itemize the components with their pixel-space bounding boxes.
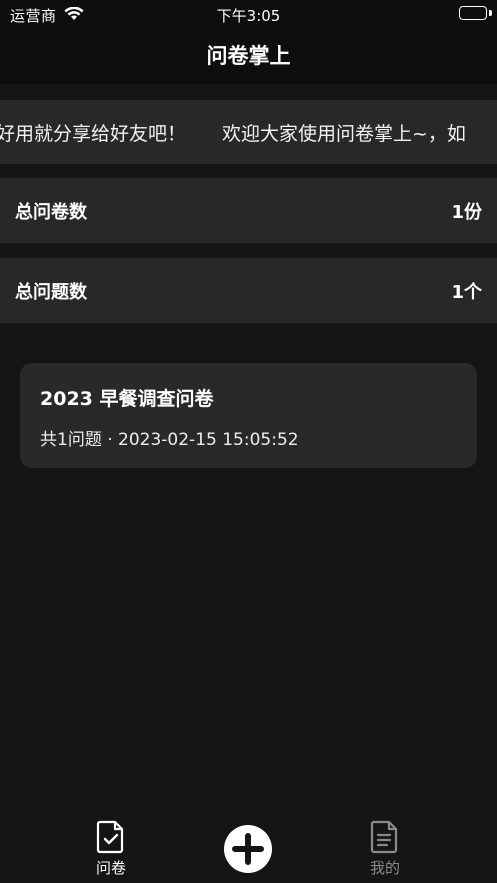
survey-doc-icon bbox=[96, 820, 124, 854]
notice-marquee: 好用就分享给好友吧！ 欢迎大家使用问卷掌上~，如 bbox=[0, 100, 497, 164]
tab-label: 问卷 bbox=[95, 859, 126, 877]
add-survey-button[interactable] bbox=[224, 825, 272, 873]
tab-label: 我的 bbox=[369, 859, 400, 877]
stat-value: 1个 bbox=[451, 282, 482, 303]
plus-circle-icon bbox=[224, 825, 272, 873]
survey-card[interactable]: 2023 早餐调查问卷 共1问题 · 2023-02-15 15:05:52 bbox=[20, 363, 477, 468]
tab-survey[interactable]: 问卷 bbox=[71, 820, 151, 883]
battery-tip bbox=[489, 10, 492, 16]
marquee-segment: 欢迎大家使用问卷掌上~，如 bbox=[222, 123, 466, 145]
stat-row-total-surveys: 总问卷数 1份 bbox=[0, 178, 497, 243]
stat-value: 1份 bbox=[451, 202, 482, 223]
page-title: 问卷掌上 bbox=[206, 44, 291, 68]
stat-label: 总问题数 bbox=[15, 282, 87, 303]
battery-icon bbox=[459, 6, 487, 20]
tab-mine[interactable]: 我的 bbox=[345, 820, 425, 883]
stat-row-total-questions: 总问题数 1个 bbox=[0, 258, 497, 323]
marquee-text: 好用就分享给好友吧！ 欢迎大家使用问卷掌上~，如 bbox=[0, 119, 497, 146]
stat-label: 总问卷数 bbox=[15, 202, 87, 223]
clock: 下午3:05 bbox=[216, 7, 281, 25]
status-bar: 运营商 下午3:05 bbox=[0, 0, 497, 30]
marquee-segment: 好用就分享给好友吧！ bbox=[0, 123, 187, 145]
nav-bar: 问卷掌上 bbox=[0, 30, 497, 84]
survey-title: 2023 早餐调查问卷 bbox=[40, 388, 214, 410]
document-icon bbox=[370, 820, 398, 854]
survey-meta: 共1问题 · 2023-02-15 15:05:52 bbox=[40, 430, 299, 450]
